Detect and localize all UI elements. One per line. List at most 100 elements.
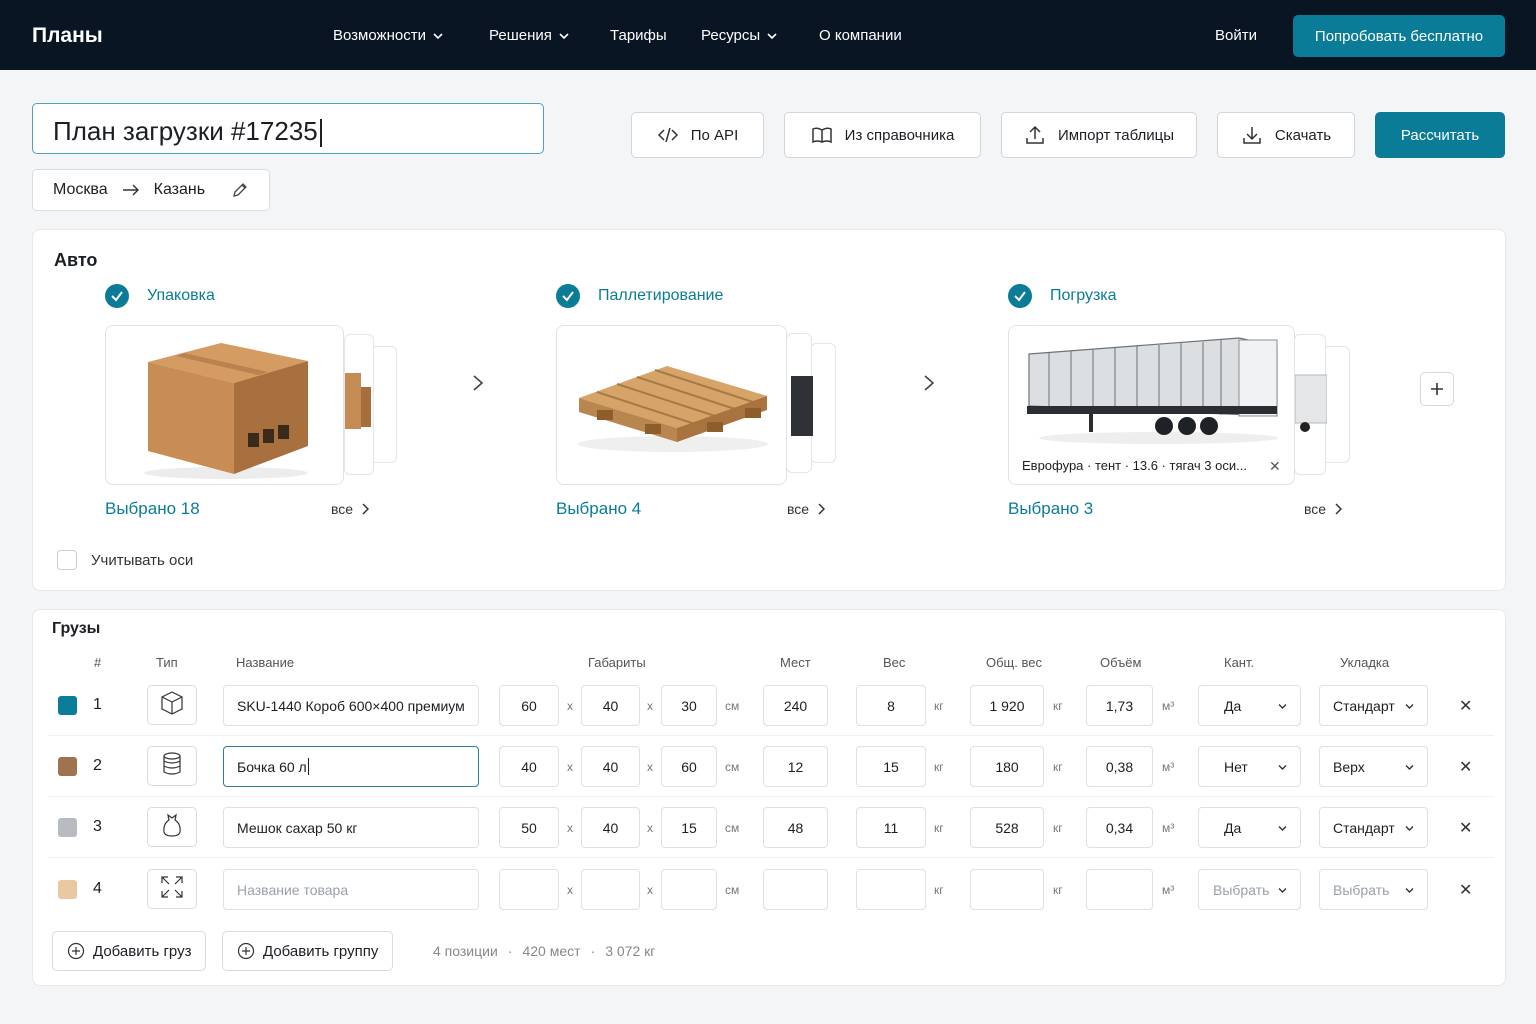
cargo-tilt-value: Да: [1224, 697, 1242, 714]
cargo-width-input[interactable]: 40: [581, 807, 640, 848]
cargo-color-swatch[interactable]: [58, 818, 77, 837]
cargo-weight-input[interactable]: 11: [856, 807, 926, 848]
cargo-width-input[interactable]: 40: [581, 685, 640, 726]
cargo-tilt-value: Нет: [1224, 758, 1248, 775]
unit-kg: кг: [1053, 821, 1063, 835]
cargo-total-weight-input[interactable]: 528: [970, 807, 1044, 848]
loading-selected-count[interactable]: Выбрано 3: [1008, 499, 1093, 519]
cargo-tilt-select[interactable]: Нет: [1198, 746, 1301, 787]
step-packaging[interactable]: Упаковка: [105, 284, 215, 308]
cargo-volume-input[interactable]: 0,34: [1086, 807, 1153, 848]
semi-trailer-image: [1027, 337, 1279, 444]
cargo-tilt-select[interactable]: Да: [1198, 685, 1301, 726]
step-palletizing[interactable]: Паллетирование: [556, 284, 723, 308]
cargo-total-weight-input[interactable]: 180: [970, 746, 1044, 787]
packaging-tile[interactable]: [105, 325, 344, 485]
summary-positions: 4 позиции: [433, 943, 498, 959]
api-button[interactable]: По API: [631, 112, 764, 158]
delete-row-icon[interactable]: ✕: [1459, 757, 1472, 777]
dims-separator: x: [647, 760, 653, 774]
add-cargo-button[interactable]: Добавить груз: [52, 931, 207, 971]
cargo-volume-input[interactable]: 1,73: [1086, 685, 1153, 726]
catalog-button[interactable]: Из справочника: [784, 112, 981, 158]
add-group-button[interactable]: Добавить группу: [222, 931, 394, 971]
packaging-selected-count[interactable]: Выбрано 18: [105, 499, 200, 519]
cargo-length-input[interactable]: 60: [499, 685, 559, 726]
cargo-stacking-select[interactable]: Верх: [1319, 746, 1428, 787]
summary-dot: ·: [507, 943, 513, 959]
palletizing-all-link[interactable]: все: [787, 501, 826, 517]
cargo-places-input[interactable]: 240: [763, 685, 828, 726]
loading-all-link[interactable]: все: [1304, 501, 1343, 517]
delete-row-icon[interactable]: ✕: [1459, 880, 1472, 900]
nav-item-pricing[interactable]: Тарифы: [610, 27, 667, 44]
try-free-button[interactable]: Попробовать бесплатно: [1293, 15, 1505, 57]
cargo-height-input[interactable]: 60: [661, 746, 717, 787]
cargo-name-input[interactable]: Бочка 60 л: [223, 746, 479, 787]
login-link[interactable]: Войти: [1215, 27, 1257, 44]
cargo-color-swatch[interactable]: [58, 757, 77, 776]
cargo-tilt-select[interactable]: Выбрать: [1198, 869, 1301, 910]
cargo-name-input[interactable]: Название товара: [223, 869, 479, 910]
cargo-total-weight-input[interactable]: [970, 869, 1044, 910]
cargo-places-input[interactable]: 12: [763, 746, 828, 787]
brand-logo[interactable]: Планы: [32, 24, 103, 48]
nav-item-about[interactable]: О компании: [819, 27, 902, 44]
cargo-type-button[interactable]: [147, 746, 197, 786]
cargo-places-input[interactable]: [763, 869, 828, 910]
cargo-type-button[interactable]: [147, 685, 197, 725]
download-button[interactable]: Скачать: [1217, 112, 1355, 158]
step-loading[interactable]: Погрузка: [1008, 284, 1117, 308]
cargo-color-swatch[interactable]: [58, 880, 77, 899]
cargo-height-input[interactable]: 30: [661, 685, 717, 726]
nav-item-resources[interactable]: Ресурсы: [701, 27, 778, 44]
cargo-width-input[interactable]: [581, 869, 640, 910]
plan-title-input[interactable]: План загрузки #17235: [32, 103, 544, 154]
cargo-length-input[interactable]: [499, 869, 559, 910]
route-field[interactable]: Москва Казань: [32, 169, 270, 211]
cargo-volume-input[interactable]: 0,38: [1086, 746, 1153, 787]
cargo-stacking-select[interactable]: Стандарт: [1319, 807, 1428, 848]
cargo-weight-input[interactable]: 15: [856, 746, 926, 787]
col-header-name: Название: [236, 655, 295, 670]
cargo-type-button[interactable]: [147, 807, 197, 847]
cargo-color-swatch[interactable]: [58, 696, 77, 715]
cargo-weight-input[interactable]: 8: [856, 685, 926, 726]
cargo-places-input[interactable]: 48: [763, 807, 828, 848]
plus-icon: [1431, 383, 1443, 395]
nav-item-features[interactable]: Возможности: [333, 27, 444, 44]
delete-row-icon[interactable]: ✕: [1459, 696, 1472, 716]
cargo-weight-input[interactable]: [856, 869, 926, 910]
cargo-length-input[interactable]: 50: [499, 807, 559, 848]
nav-item-solutions[interactable]: Решения: [489, 27, 570, 44]
packaging-all-link[interactable]: все: [331, 501, 370, 517]
cargo-stacking-select[interactable]: Выбрать: [1319, 869, 1428, 910]
cargo-length-input[interactable]: 40: [499, 746, 559, 787]
cargo-height-input[interactable]: 15: [661, 807, 717, 848]
palletizing-selected-count[interactable]: Выбрано 4: [556, 499, 641, 519]
col-header-dims: Габариты: [588, 655, 646, 670]
cargo-width-input[interactable]: 40: [581, 746, 640, 787]
cargo-name-input[interactable]: SKU-1440 Короб 600×400 премиум: [223, 685, 479, 726]
cargo-tilt-select[interactable]: Да: [1198, 807, 1301, 848]
cargo-name-input[interactable]: Мешок сахар 50 кг: [223, 807, 479, 848]
cargo-title: Грузы: [52, 620, 101, 637]
import-table-button[interactable]: Импорт таблицы: [1001, 112, 1197, 158]
cargo-stacking-select[interactable]: Стандарт: [1319, 685, 1428, 726]
delete-row-icon[interactable]: ✕: [1459, 818, 1472, 838]
cargo-total-weight-input[interactable]: 1 920: [970, 685, 1044, 726]
axes-checkbox[interactable]: [57, 550, 77, 570]
add-step-button[interactable]: [1420, 372, 1454, 406]
close-icon[interactable]: ✕: [1269, 458, 1281, 475]
pencil-icon[interactable]: [231, 181, 249, 199]
unit-m3: м³: [1162, 883, 1175, 897]
cargo-type-button[interactable]: [147, 869, 197, 909]
calculate-button[interactable]: Рассчитать: [1375, 112, 1505, 158]
wooden-pallet-image: [578, 366, 768, 452]
cargo-height-input[interactable]: [661, 869, 717, 910]
check-icon: [556, 284, 580, 308]
chevron-right-icon: [818, 503, 826, 515]
palletizing-tile[interactable]: [556, 325, 787, 485]
cargo-volume-input[interactable]: [1086, 869, 1153, 910]
chevron-right-icon: [473, 375, 484, 391]
